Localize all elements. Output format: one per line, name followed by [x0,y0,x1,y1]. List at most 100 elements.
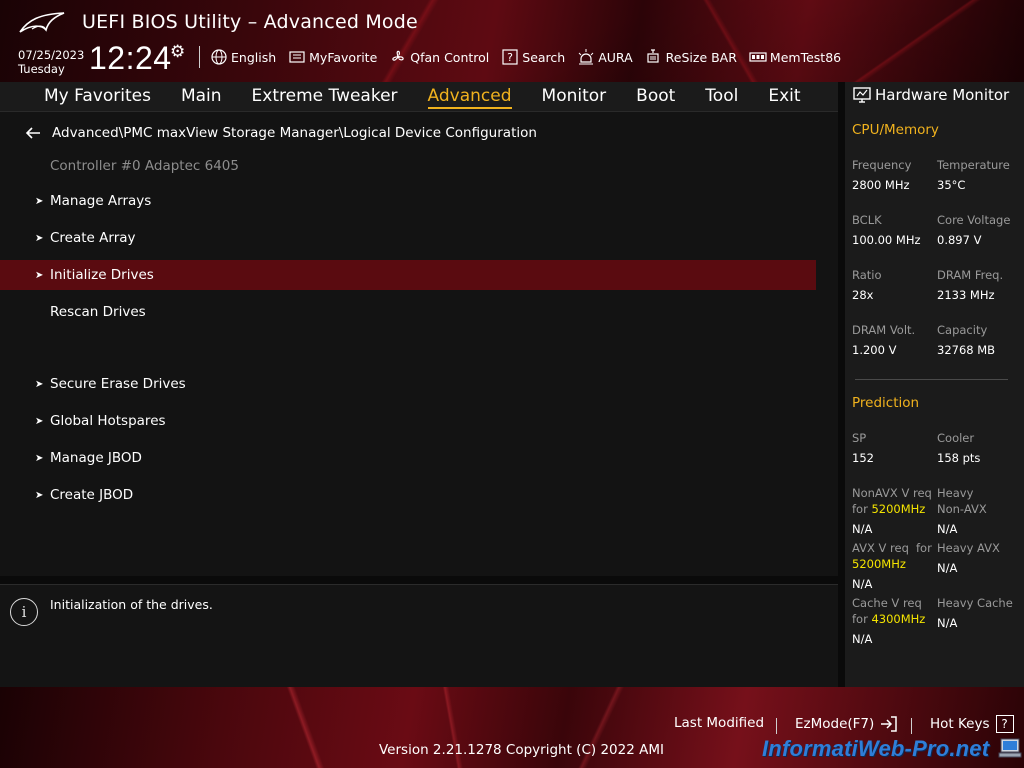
menu-item-create-jbod[interactable]: ➤ Create JBOD [0,480,816,510]
dram-freq-value: 2133 MHz [937,288,995,302]
aura-label: AURA [598,49,633,65]
temperature-label: Temperature [937,158,1010,172]
core-voltage-label: Core Voltage [937,213,1011,227]
date-text: 07/25/2023 [18,48,85,62]
breadcrumb-path: Advanced\PMC maxView Storage Manager\Log… [52,125,537,141]
menu-item-label: Secure Erase Drives [50,376,186,392]
avx-label-text: AVX V req [852,541,909,555]
hot-keys-button[interactable]: Hot Keys ? [930,715,1014,733]
breadcrumb: Advanced\PMC maxView Storage Manager\Log… [24,124,537,142]
back-arrow-icon[interactable] [24,124,42,142]
heavy-nonavx-label: Heavy [937,486,974,500]
tab-exit[interactable]: Exit [768,85,800,109]
menu-item-label: Initialize Drives [50,267,154,283]
clock-display[interactable]: 12:24 [89,40,172,77]
myfavorite-label: MyFavorite [309,49,378,65]
frequency-value: 2800 MHz [852,178,910,192]
header-bar: UEFI BIOS Utility – Advanced Mode 07/25/… [0,0,1024,82]
resize-bar-label: ReSize BAR [665,49,737,65]
hardware-monitor-title: Hardware Monitor [853,86,1009,104]
globe-icon [210,48,228,66]
watermark-computer-icon [998,738,1022,758]
cooler-label: Cooler [937,431,975,445]
sp-value: 152 [852,451,874,465]
bclk-value: 100.00 MHz [852,233,921,247]
menu-item-manage-jbod[interactable]: ➤ Manage JBOD [0,443,816,473]
menu-item-secure-erase-drives[interactable]: ➤ Secure Erase Drives [0,369,816,399]
submenu-arrow-icon: ➤ [35,378,44,390]
ezmode-button[interactable]: EzMode(F7) [795,715,898,733]
cache-for-label: for 4300MHz [852,612,925,627]
date-display[interactable]: 07/25/2023 Tuesday [18,48,84,76]
avx-for-text: for [916,541,932,555]
temperature-value: 35°C [937,178,966,192]
resize-bar-icon [645,48,663,66]
cpu-memory-title: CPU/Memory [852,122,939,138]
tab-extreme-tweaker[interactable]: Extreme Tweaker [252,85,398,109]
capacity-value: 32768 MB [937,343,996,357]
version-text: Version 2.21.1278 Copyright (C) 2022 AMI [379,742,664,758]
menu-item-create-array[interactable]: ➤ Create Array [0,223,816,253]
language-label: English [231,49,277,65]
info-icon: i [10,598,38,626]
submenu-arrow-icon: ➤ [35,489,44,501]
cache-frequency: 4300MHz [871,612,926,626]
help-text: Initialization of the drives. [50,597,213,612]
dram-volt-label: DRAM Volt. [852,323,916,337]
controller-label: Controller #0 Adaptec 6405 [50,158,239,174]
last-modified-button[interactable]: Last Modified [674,715,764,731]
search-label: Search [522,49,566,65]
aura-light-icon [577,48,595,66]
menu-item-label: Manage JBOD [50,450,142,466]
heavy-nonavx-label-2: Non-AVX [937,502,987,516]
nonavx-label: NonAVX V req [852,486,932,500]
cache-label: Cache V req [852,596,922,610]
core-voltage-value: 0.897 V [937,233,982,247]
avx-value: N/A [852,577,873,591]
menu-item-label: Rescan Drives [50,304,146,320]
tab-list: My Favorites Main Extreme Tweaker Advanced M… [44,85,831,109]
dram-freq-label: DRAM Freq. [937,268,1004,282]
tab-my-favorites[interactable]: My Favorites [44,85,151,109]
submenu-arrow-icon: ➤ [35,452,44,464]
myfavorite-button[interactable]: MyFavorite [288,48,377,66]
heavy-cache-value: N/A [937,616,958,630]
language-button[interactable]: English [210,48,276,66]
qfan-control-label: Qfan Control [410,49,490,65]
help-key-icon: ? [995,715,1014,733]
menu-item-rescan-drives[interactable]: Rescan Drives [0,297,816,327]
submenu-arrow-icon: ➤ [35,232,44,244]
tab-tool[interactable]: Tool [705,85,738,109]
aura-button[interactable]: AURA [577,48,633,66]
avx-label: AVX V req for [852,541,932,556]
menu-item-manage-arrays[interactable]: ➤ Manage Arrays [0,186,816,216]
search-button[interactable]: ? Search [501,48,565,66]
tab-advanced[interactable]: Advanced [427,85,512,109]
ratio-label: Ratio [852,268,882,282]
cache-value: N/A [852,632,873,646]
cache-for-text: for [852,612,868,626]
menu-item-global-hotspares[interactable]: ➤ Global Hotspares [0,406,816,436]
tab-main[interactable]: Main [181,85,222,109]
resize-bar-button[interactable]: ReSize BAR [645,48,737,66]
ezmode-label: EzMode(F7) [795,716,875,732]
qfan-control-button[interactable]: Qfan Control [389,48,489,66]
ratio-value: 28x [852,288,874,302]
submenu-arrow-icon: ➤ [35,269,44,281]
tab-monitor[interactable]: Monitor [542,85,607,109]
last-modified-label: Last Modified [674,715,765,731]
menu-item-label: Manage Arrays [50,193,152,209]
rog-logo-icon [19,12,65,33]
cooler-value: 158 pts [937,451,981,465]
tab-boot[interactable]: Boot [636,85,675,109]
menu-item-label: Global Hotspares [50,413,166,429]
clock-settings-icon[interactable]: ⚙ [170,42,185,62]
dram-volt-value: 1.200 V [852,343,897,357]
app-title: UEFI BIOS Utility – Advanced Mode [82,11,418,33]
heavy-nonavx-value: N/A [937,522,958,536]
hot-keys-label: Hot Keys [930,716,990,732]
memtest86-button[interactable]: MemTest86 [749,48,841,66]
monitor-icon [853,87,871,103]
memory-icon [749,48,767,66]
menu-item-initialize-drives[interactable]: ➤ Initialize Drives [0,260,816,290]
